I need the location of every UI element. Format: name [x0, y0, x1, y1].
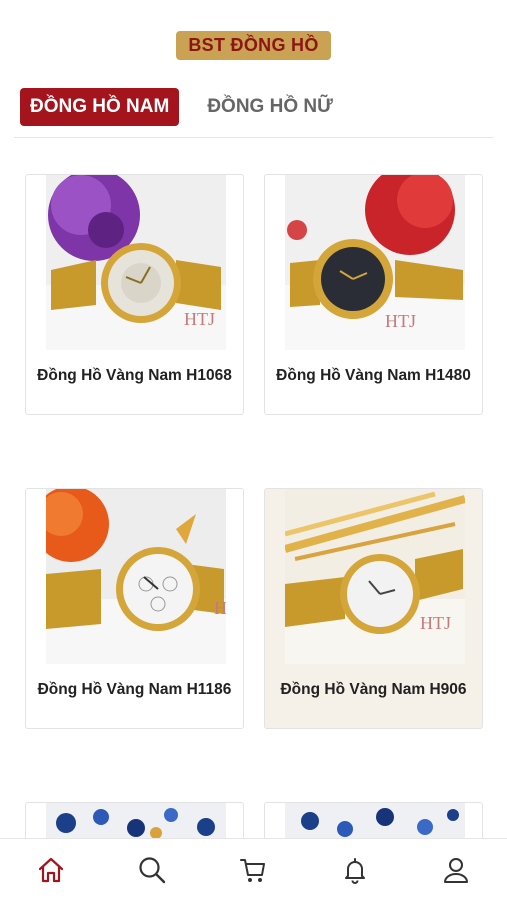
user-icon	[444, 857, 469, 883]
next-product-row	[25, 802, 483, 842]
category-tabs: ĐỒNG HỒ NAM ĐỒNG HỒ NỮ	[20, 88, 343, 126]
product-image: HTJ	[46, 175, 226, 350]
product-title[interactable]: Đồng Hồ Vàng Nam H906	[265, 681, 482, 699]
product-title[interactable]: Đồng Hồ Vàng Nam H1480	[265, 367, 482, 385]
svg-text:H: H	[214, 598, 226, 618]
cart-icon	[240, 858, 266, 882]
search-icon	[139, 856, 166, 883]
nav-cart[interactable]	[223, 845, 283, 895]
product-image	[285, 803, 465, 842]
product-image: HTJ	[285, 489, 465, 664]
product-title[interactable]: Đồng Hồ Vàng Nam H1186	[26, 681, 243, 699]
nav-account[interactable]	[426, 845, 486, 895]
svg-text:HTJ: HTJ	[420, 613, 451, 633]
collection-header: BST ĐỒNG HỒ	[0, 31, 507, 60]
tabs-divider	[14, 137, 493, 138]
product-grid: HTJ Đồng Hồ Vàng Nam H1068 HTJ Đồng Hồ V…	[25, 174, 483, 729]
product-card[interactable]: HTJ Đồng Hồ Vàng Nam H1480	[264, 174, 483, 415]
svg-text:HTJ: HTJ	[184, 309, 215, 329]
product-title[interactable]: Đồng Hồ Vàng Nam H1068	[26, 367, 243, 385]
nav-notifications[interactable]	[325, 845, 385, 895]
collection-badge: BST ĐỒNG HỒ	[176, 31, 331, 60]
product-image: HTJ	[285, 175, 465, 350]
home-icon	[38, 857, 63, 882]
product-card[interactable]: HTJ Đồng Hồ Vàng Nam H1068	[25, 174, 244, 415]
product-image	[46, 803, 226, 842]
product-image: H	[46, 489, 226, 664]
tab-women-watches[interactable]: ĐỒNG HỒ NỮ	[197, 88, 343, 126]
nav-search[interactable]	[122, 845, 182, 895]
tab-men-watches[interactable]: ĐỒNG HỒ NAM	[20, 88, 180, 126]
nav-home[interactable]	[21, 845, 81, 895]
product-card[interactable]: HTJ Đồng Hồ Vàng Nam H906	[264, 488, 483, 729]
svg-text:HTJ: HTJ	[385, 311, 416, 331]
product-card-partial[interactable]	[25, 802, 244, 842]
bell-icon	[344, 857, 365, 884]
product-card[interactable]: H Đồng Hồ Vàng Nam H1186	[25, 488, 244, 729]
bottom-navigation	[0, 838, 507, 900]
product-card-partial[interactable]	[264, 802, 483, 842]
